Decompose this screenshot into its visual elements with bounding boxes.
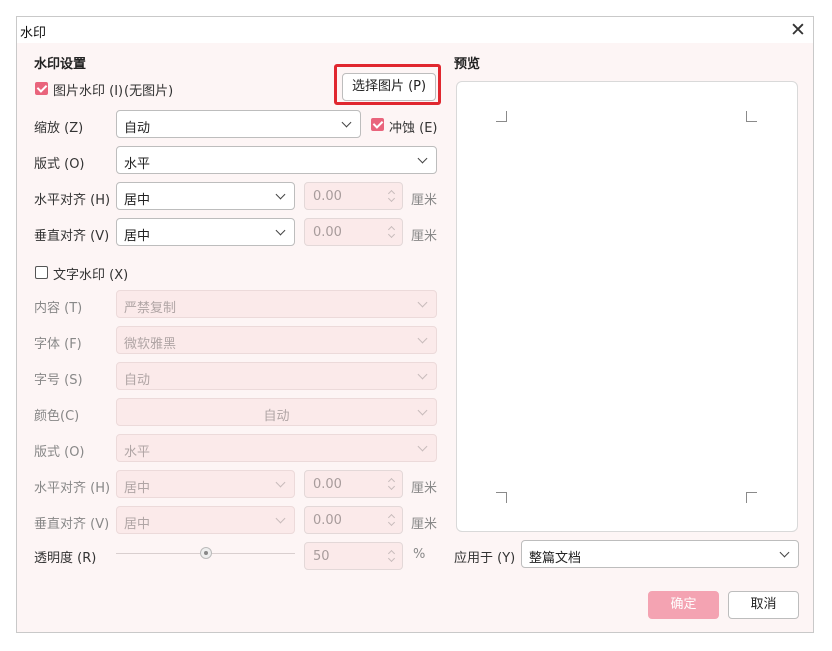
chevron-down-icon [341,117,352,128]
image-h-offset-spinbox[interactable]: 0.00 [304,182,403,210]
transparency-slider-handle[interactable] [200,547,212,559]
image-v-offset-value: 0.00 [313,225,342,240]
text-v-align-label: 垂直对齐 (V) [34,517,110,532]
image-v-offset-spinbox[interactable]: 0.00 [304,218,403,246]
image-layout-label: 版式 (O) [34,157,85,172]
spin-arrows-icon [388,225,396,239]
chevron-down-icon [417,441,428,452]
image-h-align-value: 居中 [124,193,151,208]
preview-section-title: 预览 [454,57,481,72]
transparency-label: 透明度 (R) [34,551,97,566]
chevron-down-icon [417,369,428,380]
font-label: 字体 (F) [34,337,82,352]
transparency-spinbox[interactable]: 50 [304,542,403,570]
text-h-offset-value: 0.00 [313,477,342,492]
size-select[interactable]: 自动 [116,362,437,390]
watermark-dialog: 水印 ✕ 水印设置 图片水印 (I) (无图片) 选择图片 (P) 缩放 (Z)… [16,16,814,633]
apply-to-select[interactable]: 整篇文档 [521,540,799,568]
apply-to-label: 应用于 (Y) [454,551,516,566]
close-icon[interactable]: ✕ [787,19,809,41]
text-h-align-value: 居中 [124,481,151,496]
text-h-offset-unit: 厘米 [411,481,438,496]
chevron-down-icon [417,153,428,164]
size-value: 自动 [124,373,151,388]
chevron-down-icon [275,225,286,236]
margin-corner-mark [496,111,507,122]
text-h-align-label: 水平对齐 (H) [34,481,111,496]
spin-arrows-icon [388,477,396,491]
scale-value: 自动 [124,121,151,136]
image-h-offset-value: 0.00 [313,189,342,204]
transparency-value: 50 [313,549,330,564]
erode-label: 冲蚀 (E) [389,121,438,136]
font-value: 微软雅黑 [124,337,177,352]
font-select[interactable]: 微软雅黑 [116,326,437,354]
content-label: 内容 (T) [34,301,83,316]
image-h-align-select[interactable]: 居中 [116,182,295,210]
image-status-label: (无图片) [124,84,174,99]
size-label: 字号 (S) [34,373,83,388]
text-v-offset-spinbox[interactable]: 0.00 [304,506,403,534]
margin-corner-mark [496,492,507,503]
color-label: 颜色(C) [34,409,80,424]
text-v-offset-unit: 厘米 [411,517,438,532]
text-watermark-label: 文字水印 (X) [53,268,129,283]
spin-arrows-icon [388,189,396,203]
spin-arrows-icon [388,549,396,563]
transparency-unit: % [413,547,426,562]
text-h-align-select[interactable]: 居中 [116,470,295,498]
settings-section-title: 水印设置 [34,57,87,72]
preview-panel [456,81,798,532]
text-v-offset-value: 0.00 [313,513,342,528]
cancel-button[interactable]: 取消 [728,591,799,619]
spin-arrows-icon [388,513,396,527]
erode-checkbox[interactable] [371,118,384,131]
content-select[interactable]: 严禁复制 [116,290,437,318]
image-v-align-label: 垂直对齐 (V) [34,229,110,244]
text-layout-value: 水平 [124,445,151,460]
image-v-offset-unit: 厘米 [411,229,438,244]
text-v-align-value: 居中 [124,517,151,532]
text-watermark-checkbox[interactable] [35,266,48,279]
chevron-down-icon [779,547,790,558]
chevron-down-icon [275,477,286,488]
select-image-button[interactable]: 选择图片 (P) [342,73,436,101]
scale-select[interactable]: 自动 [116,110,361,138]
ok-button[interactable]: 确定 [648,591,719,619]
apply-to-value: 整篇文档 [529,551,582,566]
image-watermark-label: 图片水印 (I) [53,84,124,99]
content-value: 严禁复制 [124,301,177,316]
chevron-down-icon [417,333,428,344]
text-layout-select[interactable]: 水平 [116,434,437,462]
chevron-down-icon [417,297,428,308]
image-v-align-value: 居中 [124,229,151,244]
color-value: 自动 [263,409,290,424]
title-bar: 水印 ✕ [17,17,813,43]
text-v-align-select[interactable]: 居中 [116,506,295,534]
margin-corner-mark [746,111,757,122]
image-layout-value: 水平 [124,157,151,172]
scale-label: 缩放 (Z) [34,121,84,136]
margin-corner-mark [746,492,757,503]
text-layout-label: 版式 (O) [34,445,85,460]
image-layout-select[interactable]: 水平 [116,146,437,174]
chevron-down-icon [275,513,286,524]
image-h-align-label: 水平对齐 (H) [34,193,111,208]
image-h-offset-unit: 厘米 [411,193,438,208]
text-h-offset-spinbox[interactable]: 0.00 [304,470,403,498]
image-v-align-select[interactable]: 居中 [116,218,295,246]
chevron-down-icon [275,189,286,200]
dialog-title: 水印 [20,26,47,41]
color-select[interactable]: 自动 [116,398,437,426]
image-watermark-checkbox[interactable] [35,82,48,95]
